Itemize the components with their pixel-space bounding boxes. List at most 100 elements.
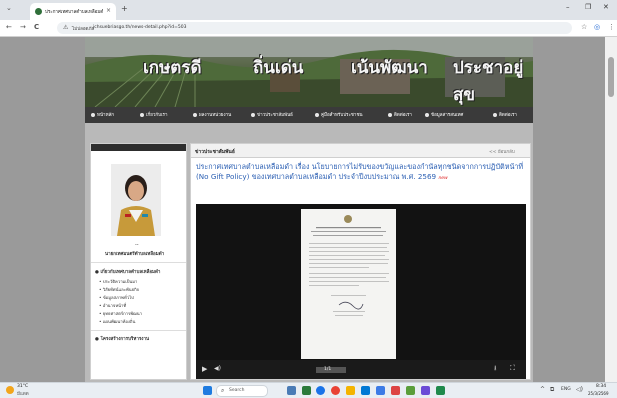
menu-item-home[interactable]: หน้าหลัก [91, 111, 114, 118]
page-scrollbar[interactable] [605, 37, 617, 382]
back-link[interactable]: << ย้อนกลับ [489, 148, 515, 155]
edge-browser-icon[interactable] [316, 386, 325, 395]
minimize-button[interactable]: – [566, 3, 570, 11]
menu-item-info[interactable]: ข้อมูลสารสนเทศ [425, 111, 463, 118]
taskbar-app-icon[interactable] [391, 386, 400, 395]
teams-icon[interactable] [421, 386, 430, 395]
taskbar-app-icon[interactable] [406, 386, 415, 395]
mayor-photo [111, 164, 161, 236]
not-secure-warning-icon[interactable]: ⚠ [63, 24, 68, 31]
page-indicator[interactable]: 1/1 [316, 367, 346, 373]
content-area: -- นายกเทศมนตรีตำบลเหลือมดำ ● เกี่ยวกับเ… [85, 123, 533, 382]
banner-word-4: ประชาอยู่สุข [453, 58, 524, 105]
sidebar-link-duties[interactable]: • อำนาจหน้าที่ [99, 302, 184, 310]
main-menu: หน้าหลัก เกี่ยวกับเรา ผลงานหน่วยงาน ข่าว… [85, 107, 533, 123]
document-content [309, 215, 389, 316]
menu-bullet-icon [315, 112, 319, 117]
banner-word-1: เกษตรดี [143, 58, 202, 78]
search-icon: ⌕ [221, 387, 225, 394]
browser-tab-bar: ⌄ ประกาศเทศบาลตำบลเหลือมดำ × + – ❐ ✕ [0, 0, 617, 20]
menu-item-manual[interactable]: คู่มือสำหรับประชาชน [315, 111, 363, 118]
language-indicator[interactable]: ENG [561, 387, 571, 392]
sidebar-link-history[interactable]: • ประวัติความเป็นมา [99, 278, 184, 286]
mayor-dash: -- [135, 242, 139, 248]
new-tab-button[interactable]: + [121, 4, 128, 13]
fullscreen-icon[interactable]: ⛶ [510, 364, 515, 373]
weather-temp: 31°C [17, 384, 29, 389]
weather-sun-icon[interactable] [6, 386, 14, 394]
divider [91, 262, 186, 263]
forward-button[interactable]: → [20, 23, 26, 31]
mayor-title: นายกเทศมนตรีตำบลเหลือมดำ [105, 252, 165, 257]
taskbar-app-icon[interactable] [287, 386, 296, 395]
url-text: jchsuebriasgo.th/news-detail.php?id=503 [93, 25, 187, 30]
menu-bullet-icon [388, 112, 392, 117]
news-header-bar: ข่าวประชาสัมพันธ์ << ย้อนกลับ [191, 144, 530, 158]
site-banner: เกษตรดี ถิ่นเด่น เน้นพัฒนา ประชาอยู่สุข [85, 37, 533, 107]
chrome-browser-icon[interactable] [331, 386, 340, 395]
maximize-button[interactable]: ❐ [585, 3, 591, 11]
windows-start-icon[interactable] [203, 386, 212, 395]
tab-menu-chevron-icon[interactable]: ⌄ [6, 4, 12, 12]
sidebar-link-general[interactable]: • ข้อมูลสภาพทั่วไป [99, 294, 184, 302]
reload-button[interactable]: C [34, 23, 39, 31]
speaker-icon[interactable]: ◁) [576, 386, 583, 393]
sidebar-link-strategy[interactable]: • ยุทธศาสตร์การพัฒนา [99, 310, 184, 318]
taskbar-app-icon[interactable] [376, 386, 385, 395]
network-icon[interactable]: ⧉ [550, 386, 554, 394]
sidebar: -- นายกเทศมนตรีตำบลเหลือมดำ ● เกี่ยวกับเ… [90, 143, 187, 380]
windows-taskbar: 31°C มีแดด ⌕ Search ^ ⧉ ENG ◁) 8:34 25/3… [0, 382, 617, 398]
clock-time[interactable]: 8:34 [596, 384, 606, 389]
divider [91, 330, 186, 331]
download-icon[interactable]: ⭳ [494, 364, 496, 375]
address-bar[interactable]: ⚠ ไม่ปลอดภัย jchsuebriasgo.th/news-detai… [57, 22, 572, 34]
volume-icon[interactable]: ◀) [214, 365, 221, 372]
sidebar-header-bar [91, 144, 186, 151]
taskbar-app-icon[interactable] [361, 386, 370, 395]
close-window-button[interactable]: ✕ [603, 3, 609, 11]
banner-word-3: เน้นพัฒนา [351, 58, 428, 78]
search-label: Search [229, 388, 245, 393]
sidebar-link-plan[interactable]: • แผนพัฒนาท้องถิ่น [99, 318, 184, 326]
sidebar-section2-title[interactable]: ● โครงสร้างการบริหารงาน [95, 335, 149, 342]
sidebar-link-list: • ประวัติความเป็นมา • วิสัยทัศน์และพันธก… [99, 278, 184, 326]
menu-bullet-icon [493, 112, 497, 117]
document-viewer[interactable]: ▶ ◀) 1/1 ⭳ ⛶ [196, 204, 526, 379]
sidebar-link-vision[interactable]: • วิสัยทัศน์และพันธกิจ [99, 286, 184, 294]
browser-toolbar: ← → C ⚠ ไม่ปลอดภัย jchsuebriasgo.th/news… [0, 20, 617, 37]
news-title: ประกาศเทศบาลตำบลเหลือมดำ เรื่อง นโยบายกา… [196, 162, 524, 181]
menu-item-contact[interactable]: ติดต่อเรา [388, 111, 412, 118]
news-section-title: ข่าวประชาสัมพันธ์ [195, 149, 235, 155]
browser-tab[interactable]: ประกาศเทศบาลตำบลเหลือมดำ × [30, 3, 116, 20]
menu-bullet-icon [193, 112, 197, 117]
tab-title: ประกาศเทศบาลตำบลเหลือมดำ [45, 10, 103, 15]
scrollbar-thumb[interactable] [608, 57, 614, 97]
menu-item-news[interactable]: ข่าวประชาสัมพันธ์ [251, 111, 293, 118]
page-count-label: 1/1 [324, 367, 332, 372]
tab-close-icon[interactable]: × [106, 7, 111, 14]
menu-bullet-icon [91, 112, 95, 117]
menu-bullet-icon [251, 112, 255, 117]
news-detail-panel: ข่าวประชาสัมพันธ์ << ย้อนกลับ ประกาศเทศบ… [190, 143, 531, 380]
taskbar-search-box[interactable]: ⌕ Search [216, 385, 268, 397]
back-button[interactable]: ← [6, 23, 12, 31]
browser-menu-icon[interactable]: ⋮ [608, 23, 615, 31]
bookmark-star-icon[interactable]: ☆ [581, 23, 587, 31]
web-page: เกษตรดี ถิ่นเด่น เน้นพัฒนา ประชาอยู่สุข … [85, 37, 533, 382]
person-portrait-image [111, 164, 161, 236]
profile-icon[interactable]: ◎ [594, 23, 600, 31]
taskbar-app-icon[interactable] [436, 386, 445, 395]
tray-chevron-icon[interactable]: ^ [540, 386, 545, 393]
clock-date[interactable]: 25/3/2569 [588, 391, 609, 396]
site-favicon-icon [35, 8, 42, 15]
menu-item-about[interactable]: เกี่ยวกับเรา [140, 111, 168, 118]
menu-bullet-icon [425, 112, 429, 117]
file-explorer-icon[interactable] [346, 386, 355, 395]
play-button[interactable]: ▶ [202, 365, 207, 373]
taskbar-app-icon[interactable] [302, 386, 311, 395]
menu-item-works[interactable]: ผลงานหน่วยงาน [193, 111, 231, 118]
menu-item-contact-2[interactable]: ติดต่อเรา [493, 111, 517, 118]
new-badge: new [438, 175, 448, 181]
weather-condition: มีแดด [17, 392, 29, 397]
banner-word-2: ถิ่นเด่น [253, 58, 304, 78]
